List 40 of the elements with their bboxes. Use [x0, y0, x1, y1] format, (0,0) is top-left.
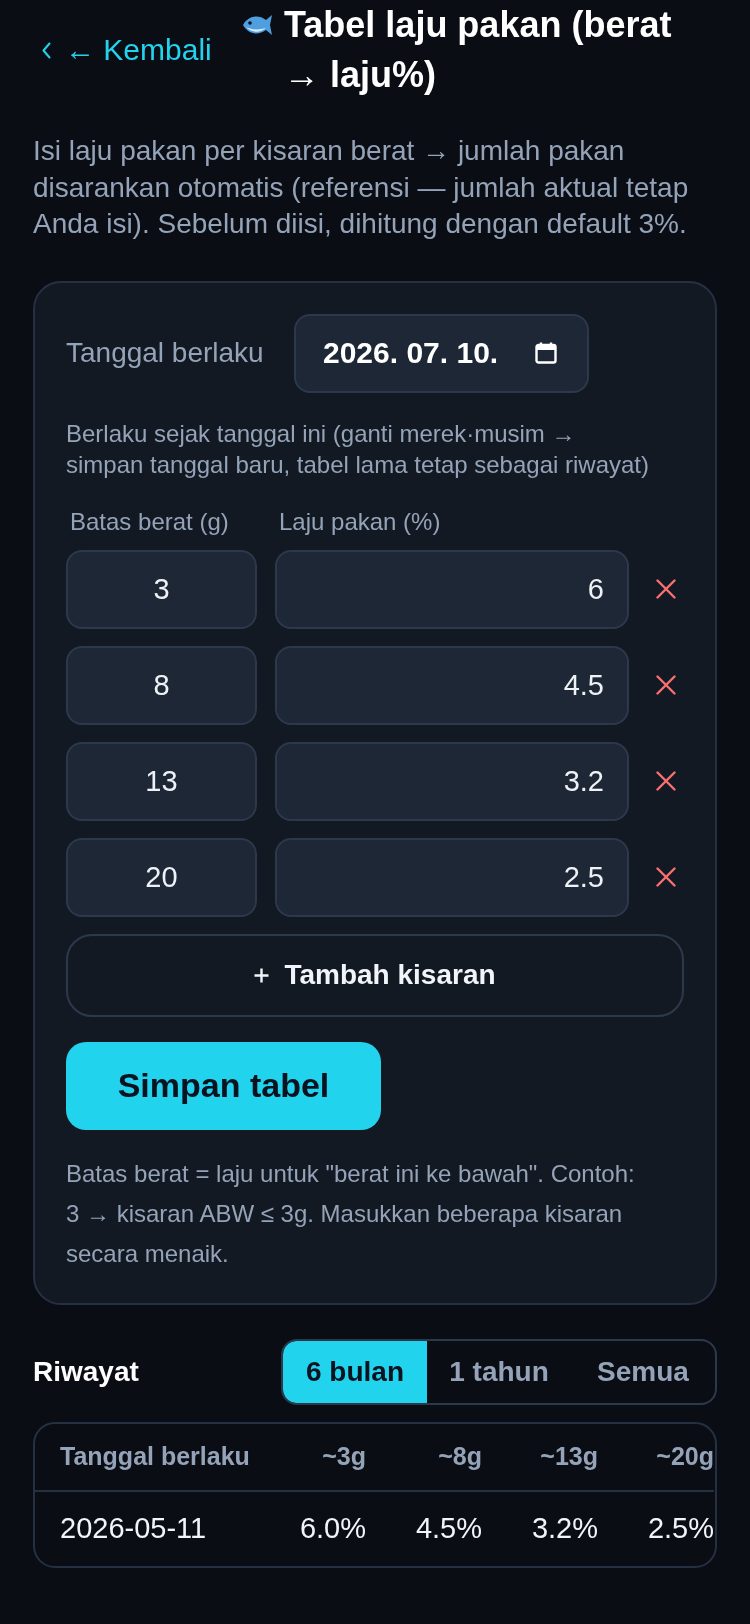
table-cell-text: 6.0%: [298, 1511, 366, 1546]
period-tab[interactable]: 6 bulan: [283, 1340, 427, 1403]
add-range-button[interactable]: Tambah kisaran: [66, 933, 684, 1017]
rate-input[interactable]: 4.5: [275, 645, 629, 725]
table-cell-text: 3.2%: [530, 1511, 598, 1546]
weight-input[interactable]: 3: [66, 549, 257, 629]
field-label: Tanggal berlaku: [66, 337, 264, 369]
column-header: ~3g: [250, 1423, 366, 1492]
page-title: Tabel laju pakan (berat → laju%): [284, 3, 673, 97]
rate-input[interactable]: 2.5: [275, 837, 629, 917]
date-field[interactable]: 2026. 07. 10.: [294, 313, 589, 393]
table-cell-text: 2.5%: [646, 1511, 714, 1546]
save-button[interactable]: Simpan tabel: [66, 1041, 381, 1130]
column-label: Batas berat (g): [69, 506, 229, 537]
column-label: Laju pakan (%): [278, 506, 441, 537]
cross-icon[interactable]: [655, 675, 676, 695]
period-tab[interactable]: 1 tahun: [427, 1340, 571, 1403]
weight-input[interactable]: 8: [66, 645, 257, 725]
cross-icon[interactable]: [655, 771, 676, 791]
table-cell-text: 4.5%: [414, 1511, 482, 1546]
back-link[interactable]: ← Kembali: [42, 33, 212, 67]
weight-input[interactable]: 20: [66, 837, 257, 917]
period-tab[interactable]: Semua: [571, 1340, 715, 1403]
column-header: ~8g: [366, 1423, 482, 1492]
calendar-icon[interactable]: [535, 342, 557, 364]
cross-icon[interactable]: [655, 867, 676, 887]
intro-text: Isi laju pakan per kisaran berat → jumlah pakan disarankan otomatis (referensi — jumlah aktual tetap Anda isi). Sebelum diisi, dihitung dengan default 3%.: [33, 134, 690, 241]
plus-icon: [254, 967, 270, 983]
rate-input[interactable]: 6: [275, 549, 629, 629]
weight-input[interactable]: 13: [66, 741, 257, 821]
note-text: Batas berat = laju untuk "berat ini ke bawah". Contoh: 3 → kisaran ABW ≤ 3g. Masukkan beberapa kisaran secara menaik.: [66, 1158, 636, 1269]
chevron-left-icon: [42, 41, 51, 59]
column-header: Tanggal berlaku: [35, 1423, 250, 1492]
column-header: ~13g: [482, 1423, 598, 1492]
section-title: Riwayat: [33, 1355, 139, 1388]
rate-input[interactable]: 3.2: [275, 741, 629, 821]
hint-text: Berlaku sejak tanggal ini (ganti merek·musim → simpan tanggal baru, tabel lama tetap sebagai riwayat): [66, 418, 650, 480]
column-header: ~20g: [598, 1423, 714, 1492]
table-cell-text: 2026-05-11: [59, 1511, 208, 1546]
cross-icon[interactable]: [655, 579, 676, 599]
